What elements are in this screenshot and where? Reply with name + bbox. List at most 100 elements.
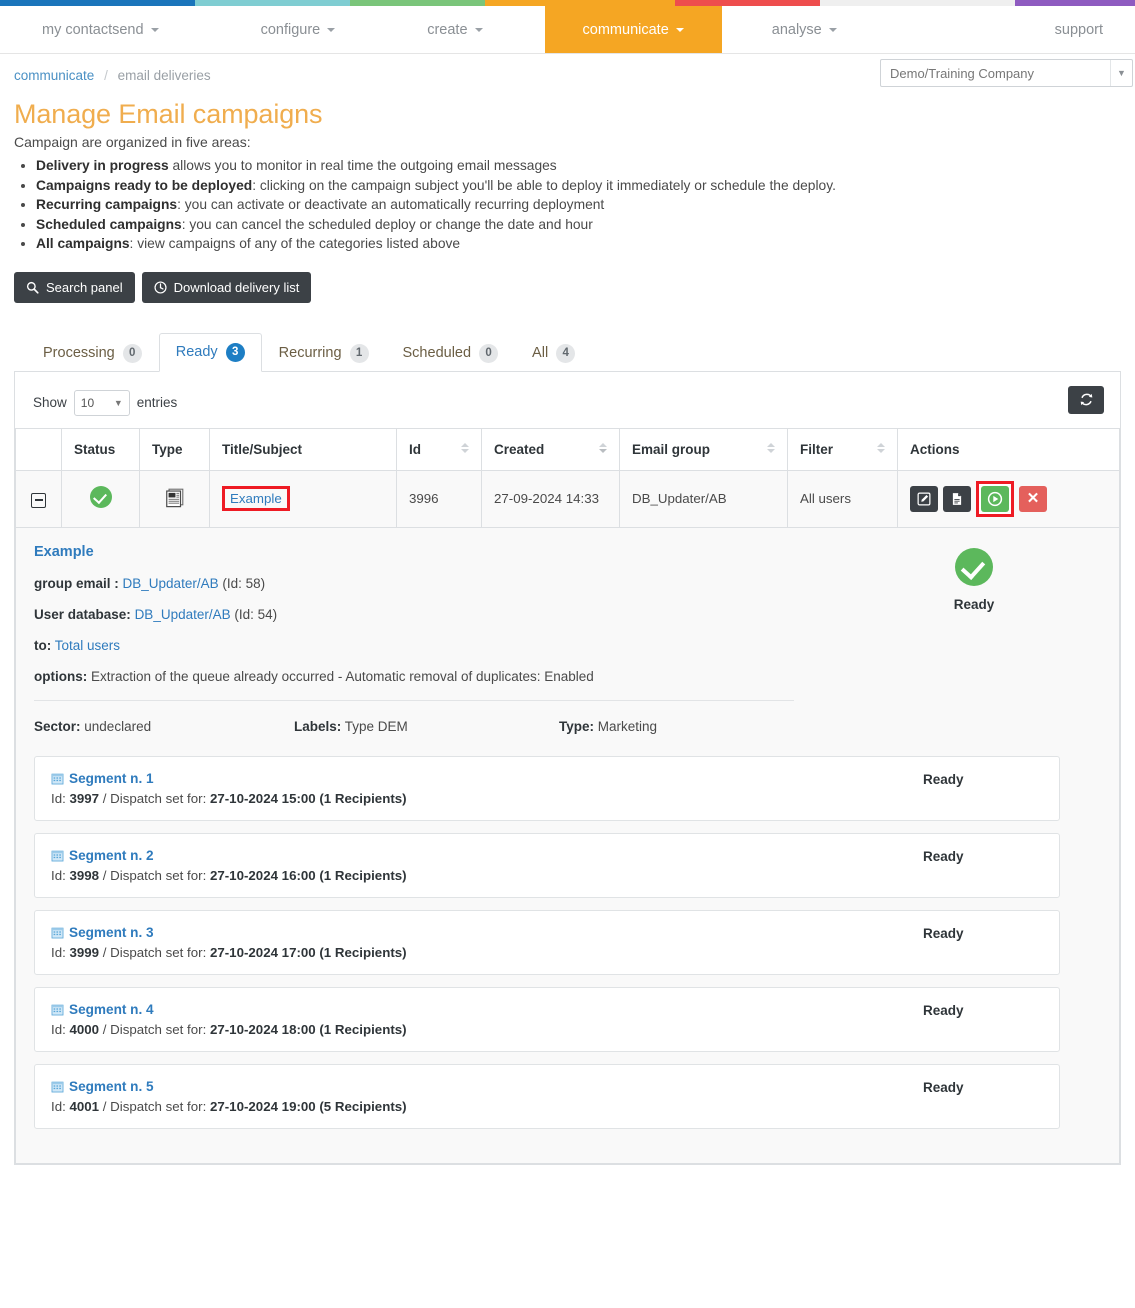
segment-id: 3999 [69,944,100,960]
chevron-down-icon[interactable]: ▼ [1110,60,1132,86]
detail-group-email-id: (Id: 58) [222,575,266,591]
detail-status-label: Ready [953,596,995,612]
list-item: Campaigns ready to be deployed: clicking… [36,176,1121,196]
download-circle-icon [154,280,167,294]
detail-status-box: Ready [919,547,1029,612]
sort-icon[interactable] [599,443,607,455]
area-desc: : you can cancel the scheduled deploy or… [181,216,593,232]
segment-title-link[interactable]: Segment n. 5 [51,1079,923,1094]
breadcrumb-link-communicate[interactable]: communicate [14,68,94,83]
nav-item-create[interactable]: create [405,6,504,53]
tab-label: Recurring [278,345,342,361]
area-term: Recurring campaigns [36,197,178,212]
sort-icon[interactable] [877,443,885,455]
tab-processing[interactable]: Processing 0 [26,334,159,372]
segment-title-link[interactable]: Segment n. 3 [51,925,923,940]
deploy-play-button[interactable] [981,485,1009,512]
tab-scheduled[interactable]: Scheduled 0 [386,334,516,372]
tab-ready[interactable]: Ready 3 [158,332,262,372]
detail-user-db-link[interactable]: DB_Updater/AB [135,607,231,622]
entries-select[interactable]: 10 ▼ [73,389,130,416]
segment-title-link[interactable]: Segment n. 4 [51,1002,923,1017]
sort-icon[interactable] [767,443,775,455]
detail-to-link[interactable]: Total users [55,638,120,653]
segment-sep: / Dispatch set for: [102,1021,207,1037]
segment-title: Segment n. 4 [69,1001,154,1017]
col-expand [15,427,62,471]
col-id[interactable]: Id [396,427,482,471]
area-desc: : you can activate or deactivate an auto… [177,197,605,212]
col-title-subject[interactable]: Title/Subject [209,427,397,471]
nav-label: support [1054,21,1103,38]
area-desc: : view campaigns of any of the categorie… [129,236,461,251]
col-email-group[interactable]: Email group [619,427,788,471]
nav-item-analyse[interactable]: analyse [750,6,859,53]
detail-labels-value: Type DEM [344,718,408,734]
col-type[interactable]: Type [139,427,210,471]
col-created[interactable]: Created [481,427,620,471]
deliveries-panel: Show 10 ▼ entries Status Type Title/Subj… [14,371,1121,1165]
sort-icon[interactable] [461,443,469,455]
segment-info: Segment n. 5 Id: 4001 / Dispatch set for… [51,1079,923,1114]
search-panel-button[interactable]: Search panel [14,271,135,303]
delete-button[interactable]: ✕ [1019,485,1047,512]
cell-title[interactable]: Example [209,469,397,528]
edit-button[interactable] [910,485,938,512]
cell-type [139,469,210,528]
detail-group-email-label: group email : [34,575,119,591]
chevron-down-icon [474,27,483,32]
col-status[interactable]: Status [61,427,140,471]
segment-id-label: Id: [51,867,66,883]
segment-sep: / Dispatch set for: [102,944,207,960]
table-row: Example 3996 27-09-2024 14:33 DB_Updater… [15,469,1120,528]
report-button[interactable] [943,485,971,512]
nav-label: my contactsend [42,21,144,38]
area-desc: allows you to monitor in real time the o… [168,158,557,173]
detail-meta-row: Sector: undeclared Labels: Type DEM Type… [34,719,1101,734]
tab-all[interactable]: All 4 [515,334,592,372]
areas-list: Delivery in progress allows you to monit… [14,156,1121,254]
segment-id-label: Id: [51,790,66,806]
detail-divider [34,699,794,701]
campaign-title-link[interactable]: Example [230,491,282,506]
edit-icon [917,492,931,505]
breadcrumb-current: email deliveries [117,68,211,83]
breadcrumb-separator: / [104,68,108,83]
segment-id: 3997 [69,790,100,806]
segment-id-label: Id: [51,1098,66,1114]
list-item: Delivery in progress allows you to monit… [36,156,1121,176]
company-select[interactable]: Demo/Training Company ▼ [880,59,1133,87]
nav-item-communicate[interactable]: communicate [544,6,722,53]
cell-expand[interactable] [15,469,62,528]
detail-group-email-link[interactable]: DB_Updater/AB [123,576,219,591]
segment-title-link[interactable]: Segment n. 1 [51,771,923,786]
page-title: Manage Email campaigns [14,99,323,129]
download-delivery-list-button[interactable]: Download delivery list [141,271,312,303]
table-header-row: Status Type Title/Subject Id Created Ema… [15,427,1120,471]
col-filter[interactable]: Filter [787,427,898,471]
nav-item-support[interactable]: support [1033,6,1135,53]
calendar-icon [51,773,64,784]
segment-status: Ready [923,771,964,787]
detail-type: Type: Marketing [559,719,657,734]
segment-info: Segment n. 3 Id: 3999 / Dispatch set for… [51,925,923,960]
tab-bar: Processing 0 Ready 3 Recurring 1 Schedul… [14,332,1121,372]
nav-item-configure[interactable]: configure [239,6,358,53]
nav-item-my-contactsend[interactable]: my contactsend [20,6,181,53]
detail-type-value: Marketing [597,718,658,734]
col-actions: Actions [897,427,1120,471]
calendar-icon [51,850,64,861]
segment-datetime: 27-10-2024 17:00 (1 Recipients) [209,944,407,960]
cell-filter: All users [787,469,898,528]
segment-title-link[interactable]: Segment n. 2 [51,848,923,863]
segment-card: Segment n. 5 Id: 4001 / Dispatch set for… [34,1063,1060,1129]
detail-sector-label: Sector: [34,718,81,734]
collapse-row-icon[interactable] [31,492,46,508]
detail-options: options: Extraction of the queue already… [34,669,1101,684]
segment-sep: / Dispatch set for: [102,790,207,806]
tab-recurring[interactable]: Recurring 1 [262,334,386,372]
list-item: Recurring campaigns: you can activate or… [36,195,1121,215]
refresh-button[interactable] [1068,385,1104,414]
detail-user-db-id: (Id: 54) [234,606,278,622]
area-term: Campaigns ready to be deployed [36,177,253,193]
